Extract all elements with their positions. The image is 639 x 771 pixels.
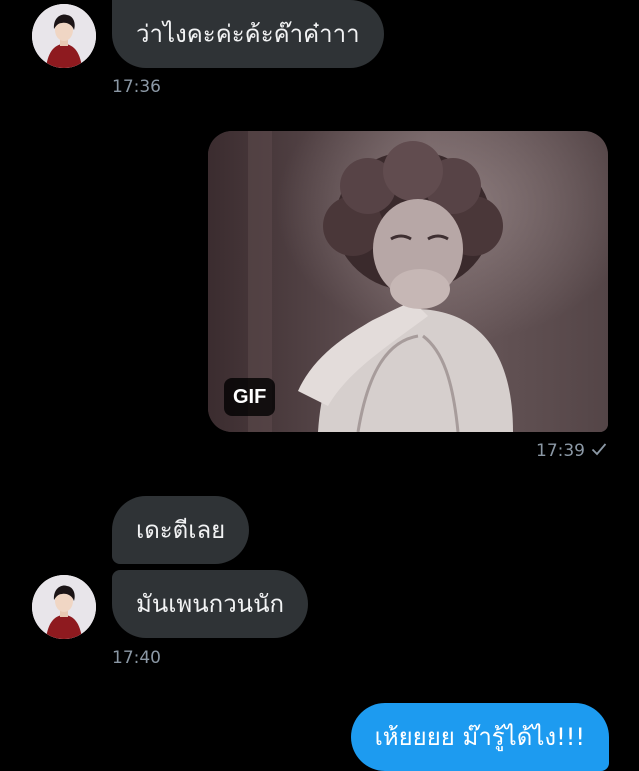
message-timestamp-outgoing: 17:39 <box>536 441 607 461</box>
message-timestamp: 17:39 <box>536 441 585 461</box>
message-text: เดะตีเลย <box>136 516 226 544</box>
message-text: ว่าไงคะค่ะค้ะค๊าค๋าาา <box>136 20 360 48</box>
avatar[interactable] <box>32 4 96 68</box>
message-text: มันเพนกวนนัก <box>136 590 285 618</box>
message-bubble-incoming[interactable]: ว่าไงคะค่ะค้ะค๊าค๋าาา <box>112 0 384 68</box>
gif-badge: GIF <box>224 378 276 416</box>
check-icon <box>591 441 607 461</box>
avatar-photo <box>32 4 96 68</box>
message-bubble-incoming[interactable]: มันเพนกวนนัก <box>112 570 309 638</box>
avatar-photo <box>32 575 96 639</box>
message-text: เห้ยยยย ม๊ารู้ได้ไง!!! <box>374 723 585 751</box>
message-timestamp: 17:40 <box>112 648 161 668</box>
message-bubble-outgoing[interactable]: เห้ยยยย ม๊ารู้ได้ไง!!! <box>350 703 609 771</box>
message-timestamp: 17:36 <box>112 77 161 97</box>
gif-message[interactable]: GIF <box>208 131 608 432</box>
avatar[interactable] <box>32 575 96 639</box>
message-bubble-incoming[interactable]: เดะตีเลย <box>112 496 250 564</box>
